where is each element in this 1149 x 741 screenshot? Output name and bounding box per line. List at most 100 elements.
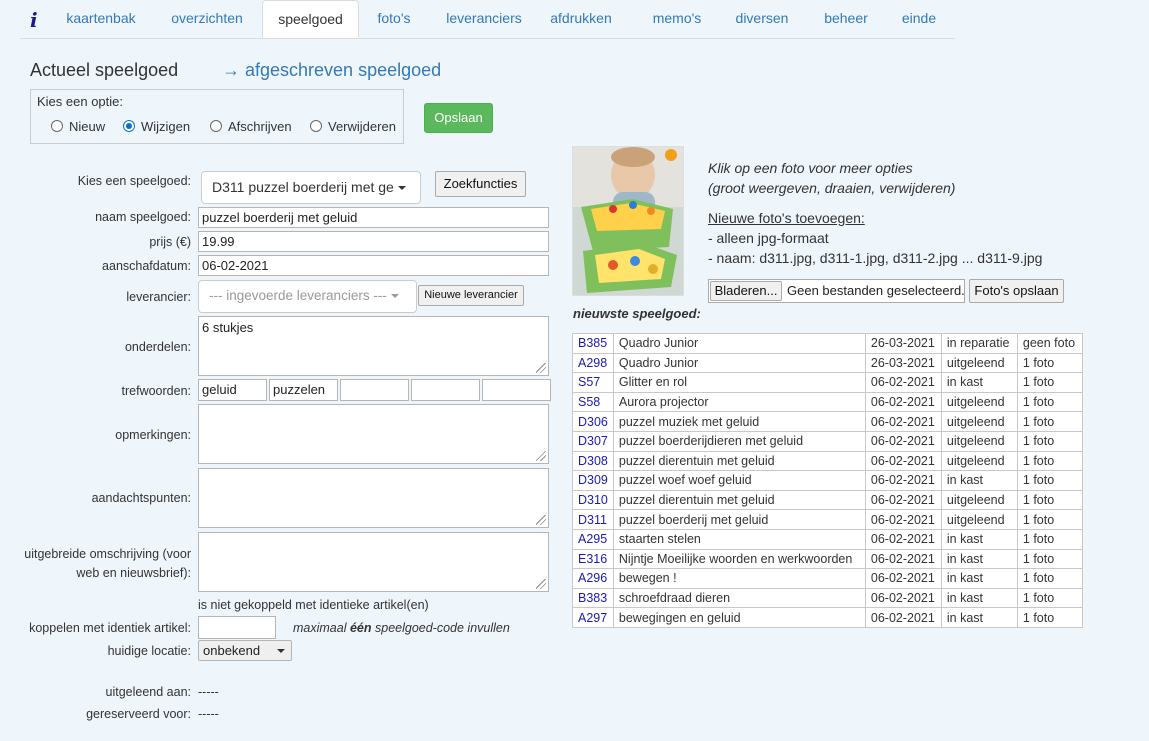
opmerkingen-label: opmerkingen: xyxy=(115,428,191,442)
radio-label: Wijzigen xyxy=(141,118,191,134)
radio-label: Verwijderen xyxy=(328,118,396,134)
radio-dot[interactable] xyxy=(51,120,63,132)
tab-afdrukken[interactable]: afdrukken xyxy=(541,0,621,38)
file-input[interactable]: Bladeren... Geen bestanden geselecteerd. xyxy=(708,279,965,303)
top-nav: i kaartenbak overzichten speelgoed foto'… xyxy=(20,0,955,39)
date-cell: 06-02-2021 xyxy=(864,607,942,628)
table-row: D311 puzzel boerderij met geluid 06-02-202… xyxy=(572,509,1083,530)
browse-button[interactable]: Bladeren... xyxy=(710,281,782,301)
naam-input[interactable]: puzzel boerderij met geluid xyxy=(198,207,549,228)
code-link[interactable]: E316 xyxy=(572,548,614,570)
save-button[interactable]: Opslaan xyxy=(424,103,493,133)
uitgeleend-value: ----- xyxy=(198,685,219,699)
zoekfuncties-button[interactable]: Zoekfuncties xyxy=(435,171,526,197)
status-cell: in kast xyxy=(940,528,1018,550)
code-link[interactable]: D310 xyxy=(572,489,614,511)
hint-text: maximaal xyxy=(293,621,350,635)
code-link[interactable]: D308 xyxy=(572,450,614,472)
trefwoord-input-2[interactable]: puzzelen xyxy=(269,379,338,401)
koppeling-status: is niet gekoppeld met identieke artikel(… xyxy=(198,598,429,612)
tab-fotos[interactable]: foto's xyxy=(363,0,425,38)
code-link[interactable]: S58 xyxy=(572,391,614,413)
status-cell: in reparatie xyxy=(940,333,1018,354)
code-link[interactable]: B385 xyxy=(572,333,614,354)
code-link[interactable]: D309 xyxy=(572,470,614,491)
radio-dot-selected[interactable] xyxy=(123,120,135,132)
trefwoord-input-3[interactable] xyxy=(340,379,409,401)
photo-cell: geen foto xyxy=(1016,333,1083,354)
prijs-input[interactable]: 19.99 xyxy=(198,231,549,252)
status-cell: in kast xyxy=(940,607,1018,628)
photo-cell: 1 foto xyxy=(1016,391,1083,413)
radio-verwijderen[interactable]: Verwijderen xyxy=(310,118,396,134)
status-cell: in kast xyxy=(940,548,1018,570)
radio-wijzigen[interactable]: Wijzigen xyxy=(123,118,190,134)
code-link[interactable]: D306 xyxy=(572,411,614,432)
tab-einde[interactable]: einde xyxy=(890,0,948,38)
table-row: B385 Quadro Junior 26-03-2021 in reparatie g… xyxy=(572,333,1083,354)
trefwoord-input-1[interactable]: geluid xyxy=(198,379,267,401)
omschrijving-textarea[interactable] xyxy=(198,532,549,592)
photo-rule-2: - naam: d311.jpg, d311-1.jpg, d311-2.jpg… xyxy=(708,250,1043,266)
tab-beheer[interactable]: beheer xyxy=(812,0,880,38)
photo-cell: 1 foto xyxy=(1016,470,1083,491)
code-link[interactable]: A296 xyxy=(572,568,614,589)
code-link[interactable]: D307 xyxy=(572,430,614,452)
name-cell: puzzel boerderij met geluid xyxy=(612,509,866,530)
onderdelen-textarea[interactable]: 6 stukjes xyxy=(198,316,549,376)
koppelen-input[interactable] xyxy=(198,616,276,639)
radio-afschrijven[interactable]: Afschrijven xyxy=(210,118,292,134)
aanschafdatum-input[interactable]: 06-02-2021 xyxy=(198,255,549,276)
radio-dot[interactable] xyxy=(310,120,322,132)
nieuwe-leverancier-button[interactable]: Nieuwe leverancier xyxy=(418,285,524,306)
locatie-select[interactable]: onbekend xyxy=(198,640,292,661)
opmerkingen-textarea[interactable] xyxy=(198,404,549,464)
name-cell: puzzel dierentuin met geluid xyxy=(612,450,866,472)
tab-speelgoed[interactable]: speelgoed xyxy=(262,0,359,38)
table-row: A298 Quadro Junior 26-03-2021 uitgeleend 1 f… xyxy=(572,352,1083,374)
table-row: E316 Nijntje Moeilijke woorden en werkwoo… xyxy=(572,548,1083,570)
table-row: B383 schroefdraad dieren 06-02-2021 in kast… xyxy=(572,587,1083,609)
photo-rule-1: - alleen jpg-formaat xyxy=(708,230,829,246)
afgeschreven-link[interactable]: → afgeschreven speelgoed xyxy=(222,60,441,81)
photo-cell: 1 foto xyxy=(1016,450,1083,472)
table-row: A296 bewegen ! 06-02-2021 in kast 1 foto xyxy=(572,568,1083,589)
status-cell: uitgeleend xyxy=(940,509,1018,530)
code-link[interactable]: S57 xyxy=(572,372,614,393)
option-legend: Kies een optie: xyxy=(37,94,124,109)
speelgoed-dropdown[interactable]: D311 puzzel boerderij met ge xyxy=(201,171,421,204)
radio-dot[interactable] xyxy=(210,120,222,132)
code-link[interactable]: A298 xyxy=(572,352,614,374)
chevron-down-icon xyxy=(277,649,285,653)
file-status: Geen bestanden geselecteerd. xyxy=(787,283,965,298)
code-link[interactable]: B383 xyxy=(572,587,614,609)
leverancier-dropdown[interactable]: --- ingevoerde leveranciers --- xyxy=(198,280,417,313)
koppelen-hint: maximaal één speelgoed-code invullen xyxy=(293,621,510,635)
toy-photo[interactable] xyxy=(572,146,684,296)
code-link[interactable]: D311 xyxy=(572,509,614,530)
radio-nieuw[interactable]: Nieuw xyxy=(51,118,105,134)
trefwoord-input-4[interactable] xyxy=(411,379,480,401)
date-cell: 06-02-2021 xyxy=(864,568,942,589)
table-row: D310 puzzel dierentuin met geluid 06-02-20… xyxy=(572,489,1083,511)
name-cell: Quadro Junior xyxy=(612,352,866,374)
name-cell: Nijntje Moeilijke woorden en werkwoorden xyxy=(612,548,866,570)
code-link[interactable]: A295 xyxy=(572,528,614,550)
tab-leveranciers[interactable]: leveranciers xyxy=(435,0,533,38)
tab-kaartenbak[interactable]: kaartenbak xyxy=(53,0,149,38)
aandachtspunten-label: aandachtspunten: xyxy=(91,491,191,505)
aandachtspunten-textarea[interactable] xyxy=(198,468,549,528)
info-icon[interactable]: i xyxy=(30,8,38,32)
trefwoord-input-5[interactable] xyxy=(482,379,551,401)
tab-diversen[interactable]: diversen xyxy=(722,0,802,38)
name-cell: Quadro Junior xyxy=(612,333,866,354)
tab-overzichten[interactable]: overzichten xyxy=(157,0,257,38)
code-link[interactable]: A297 xyxy=(572,607,614,628)
toy-photo-image[interactable] xyxy=(573,147,684,296)
tab-memos[interactable]: memo's xyxy=(642,0,712,38)
save-photos-button[interactable]: Foto's opslaan xyxy=(969,279,1064,303)
date-cell: 06-02-2021 xyxy=(864,528,942,550)
table-row: D306 puzzel muziek met geluid 06-02-2021 ui… xyxy=(572,411,1083,432)
photo-cell: 1 foto xyxy=(1016,372,1083,393)
status-cell: uitgeleend xyxy=(940,352,1018,374)
